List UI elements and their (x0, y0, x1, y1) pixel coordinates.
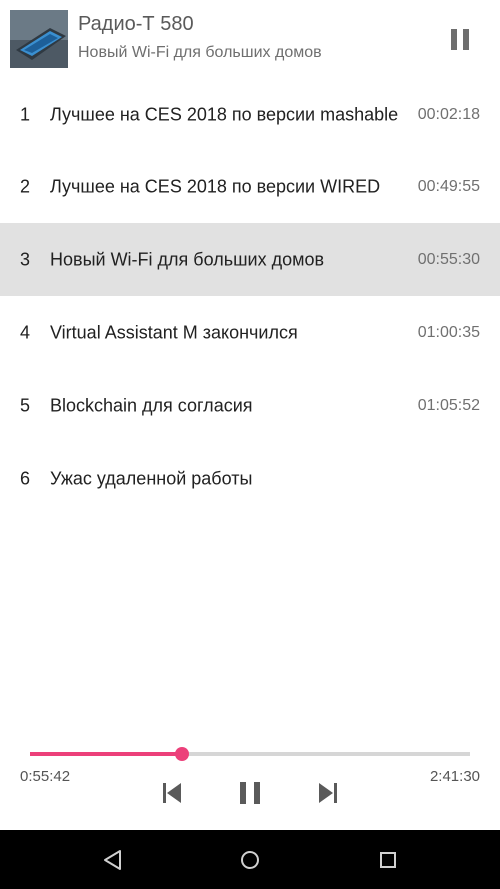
nav-home-button[interactable] (237, 847, 263, 873)
chapter-time: 00:55:30 (417, 250, 480, 268)
chapter-time: 00:49:55 (417, 177, 480, 195)
chapter-time: 00:02:18 (417, 106, 480, 123)
podcast-cover-image (10, 10, 68, 68)
pause-icon (240, 782, 260, 804)
back-triangle-icon (104, 850, 121, 870)
now-playing-header: Радио-Т 580 Новый Wi-Fi для больших домо… (0, 0, 500, 80)
chapter-title: Ужас удаленной работы (50, 468, 253, 488)
header-pause-button[interactable] (440, 20, 480, 60)
chapter-title: Лучшее на CES 2018 по версии mashable (50, 104, 399, 125)
system-navigation-bar (0, 830, 500, 889)
skip-previous-icon (163, 783, 181, 803)
elapsed-time: 0:55:42 (20, 768, 71, 785)
nav-back-button[interactable] (100, 847, 126, 873)
chapter-row-2[interactable]: 2 Лучшее на CES 2018 по версии WIRED 00:… (0, 150, 500, 223)
chapter-list: 1 Лучшее на CES 2018 по версии mashable … (0, 80, 500, 515)
chapter-row-6[interactable]: 6 Ужас удаленной работы (0, 442, 500, 515)
chapter-number: 6 (20, 468, 31, 488)
seek-bar[interactable] (30, 746, 470, 762)
chapter-title: Blockchain для согласия (50, 395, 253, 415)
chapter-title: Новый Wi-Fi для больших домов (50, 249, 325, 269)
chapter-number: 1 (20, 104, 31, 125)
seek-thumb[interactable] (175, 747, 189, 761)
chapter-time: 01:00:35 (417, 323, 480, 341)
chapter-row-1[interactable]: 1 Лучшее на CES 2018 по версии mashable … (0, 80, 500, 150)
chapter-number: 2 (20, 176, 31, 196)
chapter-row-5[interactable]: 5 Blockchain для согласия 01:05:52 (0, 369, 500, 442)
previous-chapter-button[interactable] (157, 778, 187, 808)
chapter-number: 3 (20, 249, 31, 269)
seek-progress-fill (30, 752, 182, 756)
recents-square-icon (380, 852, 396, 868)
chapter-title: Virtual Assistant M закончился (50, 322, 298, 342)
podcast-title: Радио-Т 580 (78, 13, 194, 35)
play-pause-button[interactable] (235, 778, 265, 808)
chapter-title: Лучшее на CES 2018 по версии WIRED (50, 176, 381, 196)
total-time: 2:41:30 (429, 768, 480, 785)
skip-next-icon (319, 783, 337, 803)
next-chapter-button[interactable] (313, 778, 343, 808)
nav-recents-button[interactable] (375, 847, 401, 873)
chapter-number: 4 (20, 322, 31, 342)
chapter-row-3[interactable]: 3 Новый Wi-Fi для больших домов 00:55:30 (0, 223, 500, 296)
chapter-time: 01:05:52 (417, 396, 480, 414)
chapter-number: 5 (20, 395, 31, 415)
chapter-row-4[interactable]: 4 Virtual Assistant M закончился 01:00:3… (0, 296, 500, 369)
current-chapter-subtitle: Новый Wi-Fi для больших домов (78, 44, 322, 61)
pause-icon (451, 29, 469, 50)
home-circle-icon (241, 851, 259, 869)
